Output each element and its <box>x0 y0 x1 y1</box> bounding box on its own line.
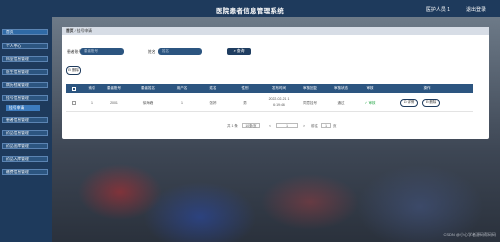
th-status: 审核状态 <box>334 86 348 90</box>
watermark: CSDN @小心学者源码帮码码 <box>443 232 496 237</box>
table-row: 1 2001 徐海峰 1 张婷 男 2022-02-21 1 6:19:46 同… <box>66 93 473 112</box>
cell-status: 通过 <box>337 101 345 105</box>
cell-gender: 男 <box>243 101 247 105</box>
search-icon: ⌕ <box>233 49 236 53</box>
th-actions: 操作 <box>423 86 431 90</box>
current-page[interactable]: 1 <box>276 123 298 128</box>
th-time: 发布时间 <box>272 86 286 90</box>
search-button[interactable]: ⌕ 查询 <box>227 48 251 55</box>
cell-time-clock: 6:19:46 <box>273 103 285 107</box>
th-account: 患者账号 <box>107 86 121 90</box>
th-username: 用户名 <box>176 86 188 90</box>
batch-delete-label: 删除 <box>71 68 79 72</box>
sidebar-item-records[interactable]: 病历档案管理 <box>2 82 48 88</box>
search-label-name: 姓名 <box>148 50 156 54</box>
review-link[interactable]: ✓ 审核 <box>362 101 378 106</box>
th-review: 审核 <box>366 86 374 90</box>
cell-name: 张婷 <box>209 101 217 105</box>
goto-suffix: 页 <box>333 124 337 128</box>
detail-label: 详情 <box>407 100 415 104</box>
sidebar-item-profile[interactable]: 个人中心 <box>2 43 48 49</box>
cell-patient-name: 徐海峰 <box>142 101 154 105</box>
sidebar-item-registration[interactable]: 挂号信息管理 <box>2 95 48 101</box>
pagination-total: 共 1 条 <box>227 124 238 128</box>
logout-link[interactable]: 退出登录 <box>466 6 486 13</box>
sidebar-item-drug-out[interactable]: 药品出库管理 <box>2 143 48 149</box>
table-header: 索引 患者账号 患者姓名 用户名 姓名 性别 发布时间 审核回复 审核状态 审核… <box>66 84 473 93</box>
main-panel: 首页 / 挂号申请 患者账号 患者账号 姓名 姓名 ⌕ 查询 ⊟ 删除 索引 患… <box>62 27 489 139</box>
sidebar-item-home[interactable]: 首页 <box>2 29 48 35</box>
sidebar-item-drug-in[interactable]: 药品入库管理 <box>2 156 48 162</box>
sidebar-subitem-registration-apply[interactable]: 挂号申请 <box>6 105 40 111</box>
th-index: 索引 <box>88 86 96 90</box>
sidebar-item-drug[interactable]: 药品信息管理 <box>2 130 48 136</box>
th-gender: 性别 <box>241 86 249 90</box>
cell-reply: 同意挂号 <box>303 101 317 105</box>
top-bar: 医院患者信息管理系统 医护人员 1 退出登录 <box>0 0 500 17</box>
sidebar: 首页 个人中心 科室信息管理 医生信息管理 病历档案管理 挂号信息管理 挂号申请… <box>0 17 52 242</box>
detail-button[interactable]: ⊡ 详情 <box>400 99 418 107</box>
review-label: 审核 <box>368 101 376 105</box>
user-name: 医护人员 1 <box>425 7 450 13</box>
goto-page-input[interactable]: 1 <box>321 123 331 128</box>
batch-delete-button[interactable]: ⊟ 删除 <box>66 66 81 75</box>
next-page-button[interactable]: > <box>303 124 305 128</box>
th-patient-name: 患者姓名 <box>141 86 155 90</box>
breadcrumb-current: 挂号申请 <box>76 29 92 33</box>
th-reply: 审核回复 <box>303 86 317 90</box>
th-name: 姓名 <box>209 86 217 90</box>
select-all-checkbox[interactable] <box>72 86 76 91</box>
breadcrumb-separator: / <box>74 29 76 33</box>
delete-icon: ⊟ <box>68 68 71 72</box>
trash-icon: ⊟ <box>425 100 429 104</box>
row-checkbox[interactable] <box>72 100 76 105</box>
prev-page-button[interactable]: < <box>269 124 271 128</box>
account-search-input[interactable]: 患者账号 <box>80 48 124 55</box>
row-delete-button[interactable]: ⊟ 删除 <box>422 99 440 107</box>
sidebar-item-department[interactable]: 科室信息管理 <box>2 56 48 62</box>
detail-icon: ⊡ <box>403 100 407 104</box>
sidebar-item-payment[interactable]: 缴费信息管理 <box>2 169 48 175</box>
breadcrumb-home[interactable]: 首页 <box>66 29 74 33</box>
search-button-label: 查询 <box>236 49 245 53</box>
goto-label: 前往 <box>311 124 318 128</box>
cell-account: 2001 <box>110 101 118 105</box>
breadcrumb: 首页 / 挂号申请 <box>62 27 489 35</box>
page-size-select[interactable]: 10条/页 <box>242 123 260 128</box>
cell-index: 1 <box>91 101 93 105</box>
cell-time-date: 2022-02-21 1 <box>268 97 290 101</box>
sidebar-item-patient[interactable]: 患者信息管理 <box>2 117 48 123</box>
name-search-input[interactable]: 姓名 <box>158 48 202 55</box>
row-delete-label: 删除 <box>429 100 437 104</box>
cell-username: 1 <box>181 101 183 105</box>
sidebar-item-doctor[interactable]: 医生信息管理 <box>2 69 48 75</box>
